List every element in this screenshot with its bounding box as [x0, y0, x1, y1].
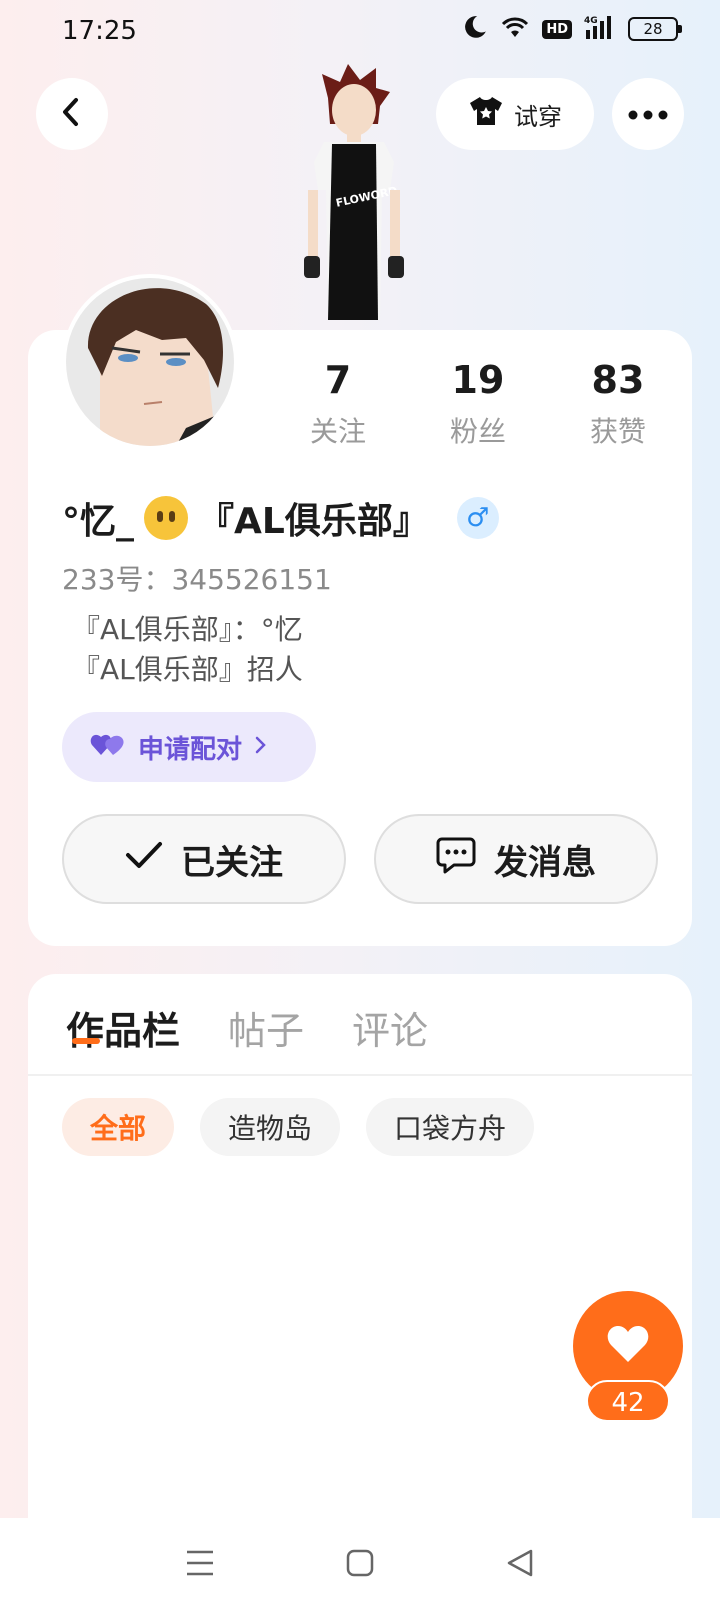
following-button[interactable]: 已关注 [62, 814, 346, 904]
status-bar: 17:25 HD 4G 28 [0, 0, 720, 66]
filter-all[interactable]: 全部 [62, 1098, 175, 1156]
status-icons: HD 4G 28 [462, 14, 682, 44]
chevron-right-icon [254, 732, 268, 762]
stat-likes-value: 83 [591, 358, 645, 402]
stat-following-value: 7 [324, 358, 352, 402]
chat-icon [436, 836, 476, 883]
home-icon[interactable] [345, 1548, 375, 1582]
avatar-character[interactable]: FLOWORD [290, 62, 420, 332]
signal-icon: 4G [584, 14, 616, 44]
menu-icon[interactable] [185, 1549, 215, 1581]
send-message-label: 发消息 [494, 842, 596, 883]
nav-back-icon[interactable] [505, 1548, 535, 1582]
following-label: 已关注 [181, 842, 283, 883]
works-card: 作品栏 帖子 评论 全部 造物岛 口袋方舟 [28, 974, 692, 1534]
back-icon [58, 96, 86, 132]
filter-creation-island[interactable]: 造物岛 [200, 1098, 341, 1156]
more-button[interactable] [612, 78, 684, 150]
system-nav-bar [0, 1518, 720, 1612]
tab-comments[interactable]: 评论 [352, 1000, 428, 1055]
tab-posts[interactable]: 帖子 [228, 1000, 304, 1055]
more-icon [628, 105, 668, 124]
tshirt-icon [468, 95, 504, 133]
neutral-face-emoji-icon [144, 496, 189, 540]
stat-following[interactable]: 7 关注 [268, 356, 408, 450]
filter-pocket-ark[interactable]: 口袋方舟 [366, 1098, 535, 1156]
male-icon: ♂ [456, 497, 499, 539]
filter-chips: 全部 造物岛 口袋方舟 [62, 1098, 535, 1156]
username-row: °忆_ 『AL俱乐部』 ♂ [62, 492, 499, 544]
stat-following-label: 关注 [309, 415, 366, 448]
profile-avatar[interactable] [62, 274, 238, 450]
network-label: 4G [584, 16, 598, 26]
account-id: 233号：345526151 [62, 563, 332, 596]
username-prefix: °忆_ [62, 501, 135, 542]
like-count: 42 [586, 1380, 670, 1422]
content-tabs: 作品栏 帖子 评论 [66, 1000, 428, 1055]
active-tab-indicator [72, 1038, 100, 1044]
stat-followers-label: 粉丝 [449, 415, 506, 448]
bio-line: 『AL俱乐部』招人 [72, 653, 303, 686]
tab-works[interactable]: 作品栏 [66, 1000, 180, 1055]
battery-indicator: 28 [628, 17, 682, 41]
bio: 『AL俱乐部』：°忆 『AL俱乐部』招人 [72, 610, 303, 690]
action-row: 已关注 发消息 [62, 814, 658, 904]
apply-match-button[interactable]: 申请配对 [62, 712, 316, 782]
double-heart-icon [90, 731, 126, 764]
tab-divider [28, 1074, 692, 1076]
hd-badge: HD [542, 19, 572, 39]
back-button[interactable] [36, 78, 108, 150]
send-message-button[interactable]: 发消息 [374, 814, 658, 904]
apply-match-label: 申请配对 [138, 734, 243, 765]
moon-icon [462, 14, 488, 44]
heart-icon [606, 1324, 650, 1368]
stat-followers-value: 19 [451, 358, 505, 402]
stat-likes[interactable]: 83 获赞 [548, 356, 688, 450]
status-time: 17:25 [62, 16, 137, 46]
bio-line: 『AL俱乐部』：°忆 [72, 613, 303, 646]
username-suffix: 『AL俱乐部』 [198, 501, 429, 542]
stat-followers[interactable]: 19 粉丝 [408, 356, 548, 450]
profile-stats: 7 关注 19 粉丝 83 获赞 [268, 356, 688, 450]
wifi-icon [500, 15, 530, 43]
try-on-label: 试穿 [514, 102, 562, 131]
checkmark-icon [125, 839, 163, 879]
stat-likes-label: 获赞 [589, 415, 646, 448]
try-on-button[interactable]: 试穿 [436, 78, 594, 150]
